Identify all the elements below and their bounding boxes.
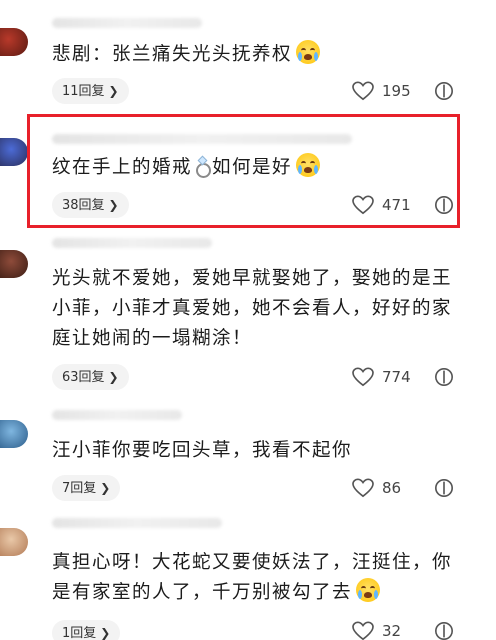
- like-button[interactable]: 774: [352, 364, 411, 390]
- like-button[interactable]: 32: [352, 618, 401, 640]
- reply-count-label: 63回复: [62, 370, 105, 385]
- comment-text: 光头就不爱她，爱她早就娶她了，娶她的是王 小菲，小菲才真爱她，她不会看人，好好的…: [52, 264, 452, 354]
- avatar[interactable]: [0, 250, 28, 278]
- dislike-button[interactable]: [434, 618, 454, 640]
- like-count: 774: [382, 368, 411, 386]
- highlight-box: [27, 114, 460, 228]
- comment-text-line: 庭让她闹的一塌糊涂！: [52, 328, 253, 349]
- comment-text-line: 小菲，小菲才真爱她，她不会看人，好好的家: [52, 298, 453, 319]
- chevron-right-icon: ❯: [100, 626, 111, 640]
- reply-count-label: 7回复: [62, 481, 97, 496]
- avatar[interactable]: [0, 138, 28, 166]
- comment-text-line: 是有家室的人了，千万别被勾了去: [52, 582, 353, 603]
- chevron-right-icon: ❯: [108, 370, 119, 384]
- heart-outline-icon: [352, 367, 374, 387]
- reply-button[interactable]: 1回复 ❯: [52, 620, 121, 640]
- dislike-button[interactable]: [434, 78, 454, 104]
- crying-face-emoji-icon: [296, 40, 321, 64]
- dislike-button[interactable]: [434, 475, 454, 501]
- heart-outline-icon: [352, 81, 374, 101]
- reply-button[interactable]: 7回复 ❯: [52, 475, 121, 501]
- comment-text-line: 真担心呀！大花蛇又要使妖法了，汪挺住，你: [52, 552, 453, 573]
- like-count: 195: [382, 82, 411, 100]
- comment-text-line: 汪小菲你要吃回头草，我看不起你: [52, 440, 353, 461]
- like-count: 32: [382, 622, 402, 640]
- avatar[interactable]: [0, 28, 28, 56]
- like-button[interactable]: 86: [352, 475, 401, 501]
- dislike-button[interactable]: [434, 364, 454, 390]
- comment-text: 悲剧：张兰痛失光头抚养权: [52, 40, 321, 70]
- avatar[interactable]: [0, 528, 28, 556]
- reply-button[interactable]: 63回复 ❯: [52, 364, 129, 390]
- broken-heart-icon: [435, 479, 453, 497]
- reply-button[interactable]: 11回复 ❯: [52, 78, 129, 104]
- avatar[interactable]: [0, 420, 28, 448]
- like-button[interactable]: 195: [352, 78, 411, 104]
- comment-text-line: 光头就不爱她，爱她早就娶她了，娶她的是王: [52, 268, 453, 289]
- chevron-right-icon: ❯: [100, 481, 111, 495]
- broken-heart-icon: [435, 82, 453, 100]
- like-count: 86: [382, 479, 402, 497]
- heart-outline-icon: [352, 621, 374, 640]
- heart-outline-icon: [352, 478, 374, 498]
- comment-text: 真担心呀！大花蛇又要使妖法了，汪挺住，你 是有家室的人了，千万别被勾了去: [52, 548, 452, 608]
- broken-heart-icon: [435, 368, 453, 386]
- comment-text-line: 悲剧：张兰痛失光头抚养权: [52, 44, 293, 65]
- reply-count-label: 1回复: [62, 626, 97, 640]
- crying-laughing-emoji-icon: [356, 578, 381, 602]
- reply-count-label: 11回复: [62, 84, 105, 99]
- chevron-right-icon: ❯: [108, 84, 119, 98]
- broken-heart-icon: [435, 622, 453, 640]
- comment-text: 汪小菲你要吃回头草，我看不起你: [52, 436, 352, 466]
